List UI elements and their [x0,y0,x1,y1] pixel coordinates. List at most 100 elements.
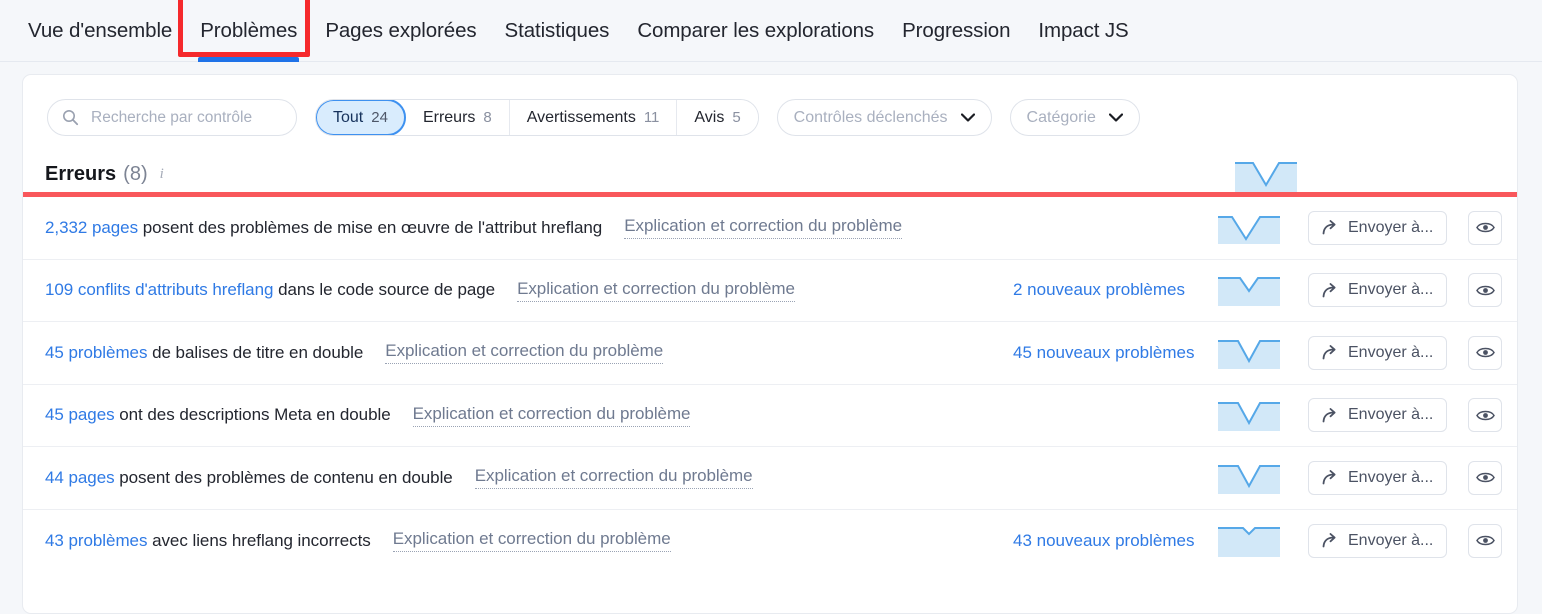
hide-issue-button[interactable] [1468,523,1502,558]
share-arrow-icon [1322,533,1339,548]
issue-description-text: ont des descriptions Meta en double [114,405,391,425]
issue-row: 43 problèmes avec liens hreflang incorre… [23,510,1517,573]
tab-probl-mes[interactable]: Problèmes [186,0,311,62]
issue-count-link[interactable]: 44 pages [45,468,115,487]
issue-count-link[interactable]: 109 conflits d'attributs hreflang [45,280,273,299]
tab-active-underline [198,57,300,62]
dropdown-group: Contrôles déclenchés Catégorie [776,99,1140,136]
hide-issue-button[interactable] [1468,460,1502,495]
severity-filter-count: 24 [371,109,388,126]
send-to-button-label: Envoyer à... [1348,468,1434,486]
eye-icon [1475,221,1495,234]
tab-comparer-les-explorations[interactable]: Comparer les explorations [623,0,888,62]
issue-description: 45 problèmes de balises de titre en doub… [45,343,363,363]
search-box[interactable] [47,99,297,136]
send-to-button[interactable]: Envoyer à... [1308,398,1448,433]
send-to-button[interactable]: Envoyer à... [1308,523,1448,558]
section-sparkline [1235,158,1298,192]
info-icon[interactable]: i [160,166,164,183]
severity-filter-count: 8 [483,109,492,126]
issue-trend-sparkline [1218,525,1281,557]
chevron-down-icon [1108,113,1123,122]
severity-filter-group: Tout 24 Erreurs 8 Avertissements 11 Avis 5 [315,99,759,136]
hide-issue-button[interactable] [1468,273,1502,308]
send-to-button[interactable]: Envoyer à... [1308,460,1448,495]
new-issues-link[interactable]: 2 nouveaux problèmes [1013,280,1185,300]
dropdown-label: Catégorie [1026,108,1096,126]
dropdown-label: Contrôles déclenchés [793,108,948,126]
issue-count-link[interactable]: 45 pages [45,405,115,424]
severity-filter-label: Avertissements [526,108,636,126]
issue-description-text: posent des problèmes de mise en œuvre de… [138,217,603,237]
dropdown-contr-les-d-clench-s[interactable]: Contrôles déclenchés [776,99,992,136]
issue-description: 45 pages ont des descriptions Meta en do… [45,405,391,425]
chevron-down-icon [960,113,975,122]
issue-text-group: 44 pages posent des problèmes de contenu… [45,466,753,490]
issue-description-text: de balises de titre en double [147,342,364,362]
issue-count-link[interactable]: 43 problèmes [45,531,147,550]
fix-explanation-link[interactable]: Explication et correction du problème [624,216,902,240]
search-input[interactable] [89,107,282,128]
share-arrow-icon [1322,407,1339,423]
tab-vue-d-ensemble[interactable]: Vue d'ensemble [14,0,186,62]
issue-text-group: 109 conflits d'attributs hreflang dans l… [45,279,795,302]
new-issues-link[interactable]: 43 nouveaux problèmes [1013,531,1194,551]
issue-text-group: 45 problèmes de balises de titre en doub… [45,341,663,365]
new-issues-link[interactable]: 45 nouveaux problèmes [1013,343,1194,363]
fix-explanation-link[interactable]: Explication et correction du problème [385,341,663,365]
issue-text-group: 43 problèmes avec liens hreflang incorre… [45,529,671,553]
share-arrow-icon [1322,282,1339,298]
issue-trend-sparkline [1218,462,1281,494]
send-to-button-label: Envoyer à... [1348,281,1434,299]
filter-toolbar: Tout 24 Erreurs 8 Avertissements 11 Avis 5 Cont… [23,75,1517,136]
eye-icon [1475,409,1495,422]
eye-icon [1475,471,1495,484]
hide-issue-button[interactable] [1468,335,1502,370]
issue-trend-sparkline [1218,212,1281,244]
issue-trend-sparkline [1218,399,1281,432]
severity-filter-label: Avis [694,108,725,126]
search-icon [62,109,79,126]
issue-count-link[interactable]: 2,332 pages [45,218,138,237]
severity-filter-tout[interactable]: Tout 24 [315,100,406,135]
send-to-button[interactable]: Envoyer à... [1308,210,1448,245]
tab-label: Progression [902,19,1011,42]
issue-text-group: 2,332 pages posent des problèmes de mise… [45,216,902,240]
send-to-button-label: Envoyer à... [1348,406,1434,424]
issue-text-group: 45 pages ont des descriptions Meta en do… [45,404,691,427]
severity-filter-count: 11 [643,109,660,126]
send-to-button-label: Envoyer à... [1348,343,1434,361]
share-arrow-icon [1322,220,1339,235]
issue-description-text: posent des problèmes de contenu en doubl… [114,467,453,487]
tab-statistiques[interactable]: Statistiques [491,0,624,62]
send-to-button-label: Envoyer à... [1348,218,1434,236]
tab-impact-js[interactable]: Impact JS [1024,0,1142,62]
severity-filter-count: 5 [732,109,741,126]
severity-filter-label: Erreurs [422,108,476,126]
errors-section-header: Erreurs (8) i [23,136,1517,192]
severity-filter-avis[interactable]: Avis 5 [677,100,758,135]
tab-progression[interactable]: Progression [888,0,1024,62]
eye-icon [1475,346,1495,359]
fix-explanation-link[interactable]: Explication et correction du problème [392,529,671,553]
severity-filter-erreurs[interactable]: Erreurs 8 [405,100,510,135]
fix-explanation-link[interactable]: Explication et correction du problème [474,466,753,490]
severity-filter-avertissements[interactable]: Avertissements 11 [509,100,678,135]
issue-row: 44 pages posent des problèmes de contenu… [23,447,1517,510]
hide-issue-button[interactable] [1468,398,1502,433]
hide-issue-button[interactable] [1468,210,1502,245]
fix-explanation-link[interactable]: Explication et correction du problème [412,404,691,427]
send-to-button[interactable]: Envoyer à... [1308,335,1448,370]
send-to-button-label: Envoyer à... [1348,531,1434,549]
issue-description: 44 pages posent des problèmes de contenu… [45,468,453,488]
tab-label: Comparer les explorations [637,19,875,42]
send-to-button[interactable]: Envoyer à... [1308,273,1448,308]
issue-count-link[interactable]: 45 problèmes [45,343,147,362]
tab-pages-explor-es[interactable]: Pages explorées [311,0,490,62]
issues-card: Tout 24 Erreurs 8 Avertissements 11 Avis 5 Cont… [22,74,1518,614]
eye-icon [1475,534,1495,547]
issue-row: 45 problèmes de balises de titre en doub… [23,322,1517,385]
section-title: Erreurs [45,162,117,185]
fix-explanation-link[interactable]: Explication et correction du problème [517,279,795,302]
dropdown-cat-gorie[interactable]: Catégorie [1009,99,1140,136]
